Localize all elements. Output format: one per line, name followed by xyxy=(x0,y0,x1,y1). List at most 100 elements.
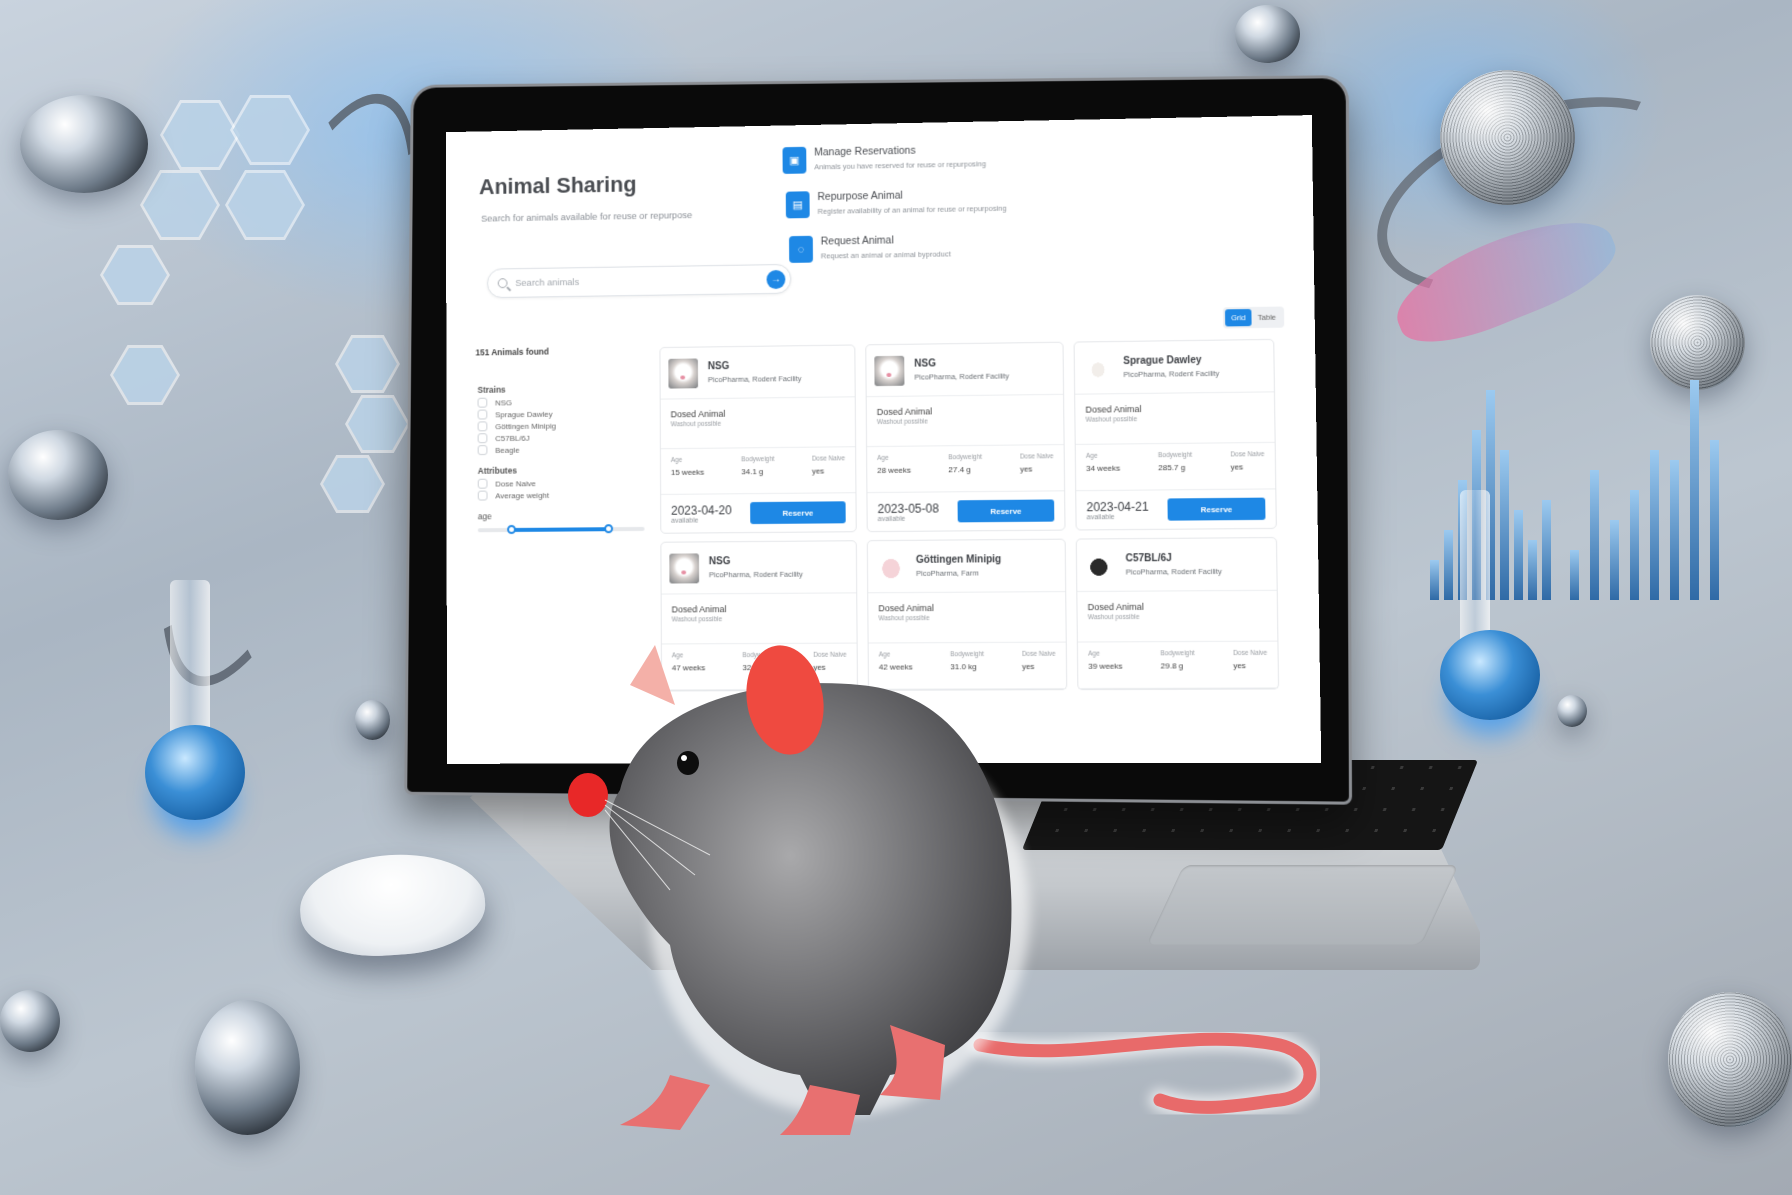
page-subtitle: Search for animals available for reuse o… xyxy=(481,210,693,225)
available-label: available xyxy=(671,517,699,525)
status-title: Dosed Animal xyxy=(876,406,933,418)
status-note: Washout possible xyxy=(1085,416,1138,424)
checkbox[interactable] xyxy=(477,397,488,408)
checkbox[interactable] xyxy=(477,433,488,444)
action-title: Repurpose Animal xyxy=(817,189,903,204)
sphere xyxy=(1235,5,1300,63)
action-description: Animals you have reserved for reuse or r… xyxy=(814,159,987,172)
filter-option-label: Göttingen Minipig xyxy=(495,421,557,431)
sphere xyxy=(355,700,390,740)
rat-ear xyxy=(630,645,675,705)
sphere xyxy=(8,430,108,520)
action-repurpose-animal[interactable]: ▤ Repurpose Animal Register availability… xyxy=(785,188,1007,219)
animal-thumbnail xyxy=(1084,549,1116,581)
card-header: Göttingen Minipig PicoPharma, Farm xyxy=(867,539,1066,594)
card-facility: PicoPharma, Rodent Facility xyxy=(1123,368,1220,380)
card-stats: Age 34 weeks Bodyweight 285.7 g Dose Nai… xyxy=(1075,442,1276,492)
request-icon: ◌ xyxy=(789,235,813,263)
action-request-animal[interactable]: ◌ Request Animal Request an animal or an… xyxy=(789,233,1007,263)
animal-thumbnail xyxy=(1082,352,1114,384)
card-header: C57BL/6J PicoPharma, Rodent Facility xyxy=(1076,538,1277,593)
checkbox[interactable] xyxy=(477,478,488,489)
arrow-right-icon: → xyxy=(770,273,781,285)
card-status: Dosed Animal Washout possible xyxy=(868,592,1066,644)
filter-option[interactable]: Beagle xyxy=(477,442,654,456)
computer-mouse xyxy=(296,848,489,962)
card-facility: PicoPharma, Rodent Facility xyxy=(1125,566,1222,577)
rat-body xyxy=(609,683,1012,1115)
animal-card-grid: NSG PicoPharma, Rodent Facility Dosed An… xyxy=(659,338,1280,692)
dotted-sphere xyxy=(1668,992,1792,1127)
search-input[interactable] xyxy=(515,273,767,289)
sphere xyxy=(0,990,60,1052)
available-date: 2023-04-20 xyxy=(671,502,732,518)
animal-card[interactable]: NSG PicoPharma, Rodent Facility Dosed An… xyxy=(659,344,857,534)
card-header: NSG PicoPharma, Rodent Facility xyxy=(661,541,857,595)
stat-value: 34.1 g xyxy=(741,467,764,477)
card-header: Sprague Dawley PicoPharma, Rodent Facili… xyxy=(1074,339,1274,395)
card-strain: NSG xyxy=(708,556,731,568)
reserve-button[interactable]: Reserve xyxy=(750,501,846,525)
checkbox[interactable] xyxy=(477,421,488,432)
view-toggle: Grid Table xyxy=(1222,306,1285,329)
action-title: Manage Reservations xyxy=(814,144,916,159)
filter-option-label: Dose Naive xyxy=(495,478,536,489)
stat-value: 15 weeks xyxy=(670,467,705,477)
checkbox[interactable] xyxy=(477,409,488,420)
animal-card[interactable]: NSG PicoPharma, Rodent Facility Dosed An… xyxy=(865,341,1066,533)
card-footer: 2023-04-21 available Reserve xyxy=(1076,489,1276,529)
slider-range xyxy=(511,527,608,532)
stat-label: Age xyxy=(877,454,889,462)
card-strain: NSG xyxy=(707,361,730,373)
animal-card[interactable]: Sprague Dawley PicoPharma, Rodent Facili… xyxy=(1073,338,1277,531)
filter-option-label: Beagle xyxy=(495,445,520,455)
stat-age: Age 15 weeks xyxy=(671,457,705,486)
rat-nose xyxy=(568,773,608,817)
card-status: Dosed Animal Washout possible xyxy=(1075,392,1275,445)
filter-panel: Strains NSG Sprague Dawley Göttingen Min… xyxy=(478,383,655,535)
action-manage-reservations[interactable]: ▣ Manage Reservations Animals you have r… xyxy=(782,143,1007,174)
stat-value: yes xyxy=(1230,462,1244,472)
stat-value: 285.7 g xyxy=(1158,462,1186,473)
stat-bodyweight: Bodyweight 34.1 g xyxy=(741,456,774,485)
status-note: Washout possible xyxy=(876,418,928,427)
card-strain: NSG xyxy=(914,358,936,370)
stat-label: Dose Naive xyxy=(1019,453,1054,461)
reserve-button[interactable]: Reserve xyxy=(957,499,1055,523)
filter-option[interactable]: Average weight xyxy=(477,488,655,501)
checkbox[interactable] xyxy=(477,490,488,501)
view-table-button[interactable]: Table xyxy=(1251,309,1282,327)
slider-thumb-min[interactable] xyxy=(507,524,516,534)
sphere xyxy=(195,1000,300,1135)
card-status: Dosed Animal Washout possible xyxy=(661,593,857,645)
card-header: NSG PicoPharma, Rodent Facility xyxy=(660,345,855,400)
hexagon-shape xyxy=(100,245,170,305)
reserve-button[interactable]: Reserve xyxy=(1167,497,1266,521)
card-status: Dosed Animal Washout possible xyxy=(660,397,856,450)
card-facility: PicoPharma, Rodent Facility xyxy=(707,374,802,385)
filter-group-attributes: Attributes Dose Naive Average weight xyxy=(478,464,655,501)
status-title: Dosed Animal xyxy=(671,604,727,615)
status-note: Washout possible xyxy=(1087,613,1140,622)
age-range-slider[interactable] xyxy=(477,522,645,535)
status-title: Dosed Animal xyxy=(878,602,935,614)
action-title: Request Animal xyxy=(820,234,894,248)
status-title: Dosed Animal xyxy=(1087,601,1144,613)
available-label: available xyxy=(1086,513,1115,521)
document-icon: ▤ xyxy=(785,191,810,219)
card-strain: Göttingen Minipig xyxy=(915,554,1002,566)
card-footer: 2023-05-08 available Reserve xyxy=(867,491,1064,531)
stat-dose-naive: Dose Naive yes xyxy=(1020,453,1054,482)
stat-value: yes xyxy=(811,466,825,476)
stat-label: Age xyxy=(1085,452,1098,460)
reservation-icon: ▣ xyxy=(782,146,807,174)
slider-thumb-max[interactable] xyxy=(603,524,613,534)
hexagon-shape xyxy=(110,345,180,405)
filter-heading: Attributes xyxy=(477,465,517,476)
animal-thumbnail xyxy=(875,551,907,582)
checkbox[interactable] xyxy=(477,445,488,456)
filter-option-label: NSG xyxy=(495,397,513,407)
sphere xyxy=(20,95,148,193)
stat-value: 27.4 g xyxy=(948,465,971,475)
view-grid-button[interactable]: Grid xyxy=(1224,308,1252,327)
